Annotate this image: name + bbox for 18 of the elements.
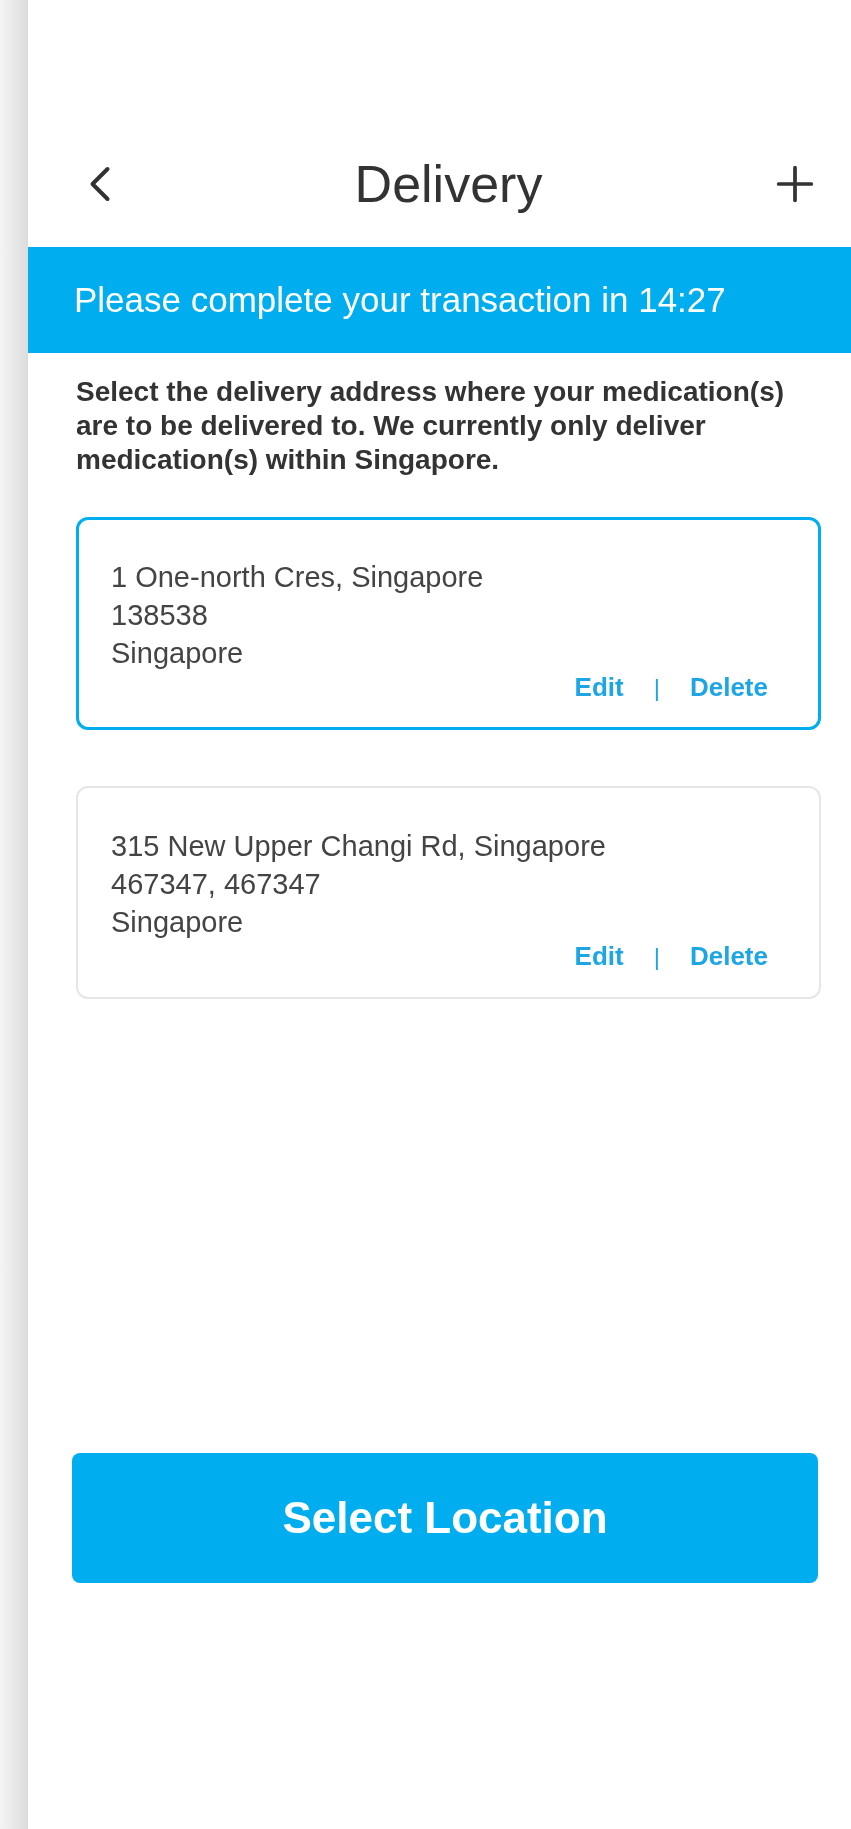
address-line: 138538 bbox=[111, 598, 209, 634]
delete-link[interactable]: Delete bbox=[689, 941, 768, 973]
page-title: Delivery bbox=[354, 153, 543, 214]
address-card[interactable]: 1 One-north Cres, Singapore 138538 Singapore Edit | Delete bbox=[76, 517, 821, 731]
separator-text: | bbox=[653, 942, 660, 971]
timer-text: Please complete your transaction in 14:27 bbox=[74, 280, 726, 320]
edit-link[interactable]: Edit bbox=[574, 941, 624, 973]
instructions-text: Select the delivery address where your medication(s) are to be delivered to. We currently only deliver medication(s) within Singapore. bbox=[76, 375, 786, 478]
separator-text: | bbox=[653, 673, 660, 702]
delete-link[interactable]: Delete bbox=[689, 672, 768, 704]
address-line: Singapore bbox=[111, 636, 245, 672]
address-line: Singapore bbox=[111, 905, 245, 941]
address-line: 315 New Upper Changi Rd, Singapore bbox=[111, 829, 607, 865]
address-line: 1 One-north Cres, Singapore bbox=[111, 560, 485, 596]
edit-link[interactable]: Edit bbox=[574, 672, 624, 704]
address-card[interactable]: 315 New Upper Changi Rd, Singapore 467347, 467347 Singapore Edit | Delete bbox=[76, 786, 821, 1000]
address-line: 467347, 467347 bbox=[111, 867, 322, 903]
select-location-button[interactable]: Select Location bbox=[72, 1453, 818, 1583]
